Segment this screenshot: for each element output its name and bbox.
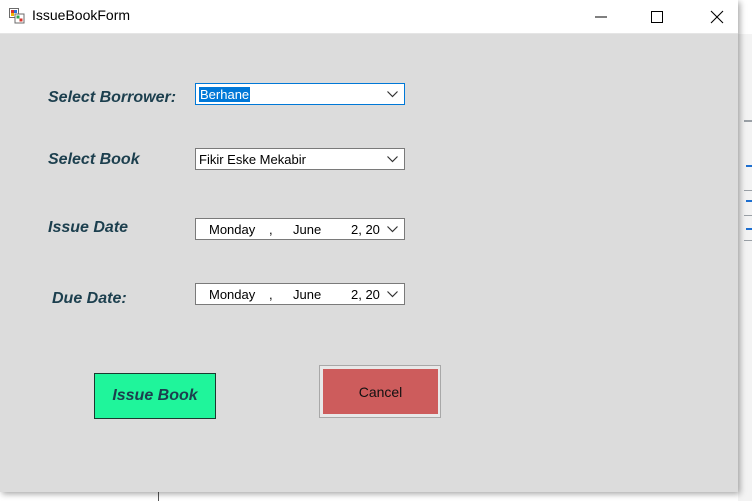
chevron-down-icon[interactable] [384, 226, 398, 233]
background-divider [744, 215, 752, 216]
issue-date-picker[interactable]: Monday , June 2, 20 [195, 218, 405, 240]
issue-book-button[interactable]: Issue Book [94, 373, 216, 419]
select-book-label: Select Book [48, 151, 140, 168]
close-icon [710, 10, 724, 24]
select-borrower-label: Select Borrower: [48, 89, 177, 106]
borrower-selected-value: Berhane [199, 87, 251, 102]
due-date-label: Due Date: [52, 290, 127, 307]
borrower-combobox[interactable]: Berhane [195, 83, 405, 105]
minimize-button[interactable] [578, 0, 624, 33]
background-divider [746, 228, 752, 230]
background-divider [746, 165, 752, 167]
due-date-picker[interactable]: Monday , June 2, 20 [195, 283, 405, 305]
due-date-weekday[interactable]: Monday [209, 287, 255, 302]
maximize-icon [651, 11, 663, 23]
close-button[interactable] [694, 0, 740, 33]
window-title: IssueBookForm [32, 7, 131, 23]
issue-date-month[interactable]: June [293, 222, 321, 237]
background-divider [744, 240, 752, 241]
issue-date-weekday[interactable]: Monday [209, 222, 255, 237]
maximize-button[interactable] [634, 0, 680, 33]
due-date-day-year[interactable]: 2, 20 [351, 287, 380, 302]
issue-date-day-year[interactable]: 2, 20 [351, 222, 380, 237]
cancel-button[interactable]: Cancel [323, 369, 438, 414]
title-bar[interactable]: IssueBookForm [0, 0, 738, 34]
book-combobox[interactable]: Fikir Eske Mekabir [195, 148, 405, 170]
chevron-down-icon[interactable] [384, 291, 398, 298]
issue-date-label: Issue Date [48, 219, 129, 236]
background-divider [158, 492, 159, 501]
book-selected-value: Fikir Eske Mekabir [199, 152, 306, 167]
issue-date-separator: , [269, 222, 273, 237]
background-divider [744, 120, 752, 122]
background-divider [746, 200, 752, 202]
minimize-icon [595, 16, 607, 18]
due-date-separator: , [269, 287, 273, 302]
background-window-edge [738, 34, 752, 501]
form-icon [9, 8, 25, 24]
issue-book-window: IssueBookForm Select Borrower: Select Bo… [0, 0, 738, 492]
due-date-month[interactable]: June [293, 287, 321, 302]
chevron-down-icon[interactable] [387, 91, 398, 98]
chevron-down-icon[interactable] [387, 156, 398, 163]
background-divider [744, 190, 752, 191]
